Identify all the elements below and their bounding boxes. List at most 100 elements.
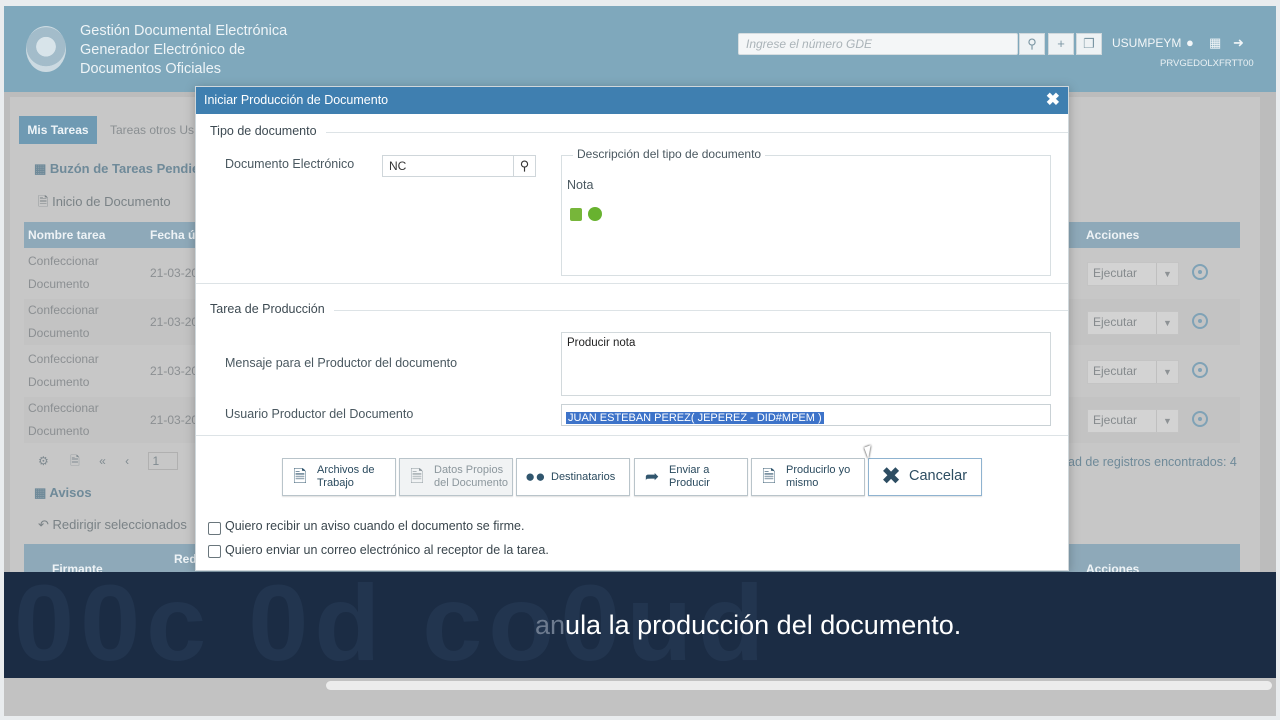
chevron-down-icon[interactable]: ▼: [1156, 312, 1178, 334]
description-value: Nota: [567, 178, 594, 192]
task-name: Confeccionar Documento: [28, 254, 99, 291]
task-name: Confeccionar Documento: [28, 352, 99, 389]
plus-icon[interactable]: +: [1048, 33, 1074, 55]
message-label: Mensaje para el Productor del documento: [225, 356, 458, 370]
email-recipient-label[interactable]: Quiero enviar un correo electrónico al r…: [225, 543, 549, 557]
execute-select[interactable]: Ejecutar ▼: [1087, 311, 1179, 335]
chevron-down-icon[interactable]: ▼: [1156, 410, 1178, 432]
pending-tasks-label: Buzón de Tareas Pendie: [49, 161, 200, 176]
document-type-icon[interactable]: [570, 208, 582, 221]
username-label[interactable]: USUMPEYM: [1112, 36, 1181, 50]
col-red: Red: [174, 552, 197, 566]
search-icon[interactable]: ⚲: [1019, 33, 1045, 55]
tab-other-users-tasks[interactable]: Tareas otros Us: [110, 123, 194, 137]
chevron-down-icon[interactable]: ▼: [1156, 263, 1178, 285]
pending-tasks-title[interactable]: ▦ Buzón de Tareas Pendie: [34, 161, 199, 177]
col-date[interactable]: Fecha úl: [150, 228, 199, 242]
screen: Gestión Documental Electrónica Generador…: [4, 6, 1276, 716]
settings-icon[interactable]: [1192, 411, 1208, 427]
share-icon: ➦: [644, 467, 660, 486]
produce-myself-button[interactable]: 🗎 Producirlo yo mismo: [751, 458, 865, 496]
divider: [326, 132, 1068, 133]
document-icon: 🗎: [410, 467, 424, 486]
app-header: Gestión Documental Electrónica Generador…: [4, 6, 1276, 92]
col-actions: Acciones: [1086, 228, 1140, 242]
notify-on-sign-checkbox[interactable]: [208, 522, 221, 535]
file-icon: 🗎: [762, 467, 776, 486]
close-icon: ✖: [881, 463, 902, 490]
producer-label: Usuario Productor del Documento: [225, 407, 414, 421]
task-date: 21-03-20: [150, 364, 199, 378]
app-title-line-3: Documentos Oficiales: [80, 61, 222, 77]
alerts-label: Avisos: [49, 485, 92, 500]
cancel-button[interactable]: ✖ Cancelar: [868, 458, 982, 496]
redirect-selected-label: Redirigir seleccionados: [52, 517, 187, 532]
first-page-icon[interactable]: «: [99, 454, 106, 468]
apps-grid-icon[interactable]: ▦: [1209, 35, 1221, 51]
document-icon[interactable]: 🗎: [70, 454, 80, 468]
subtitle-banner: 00c 0d co0ud anula la producción del doc…: [4, 572, 1276, 678]
records-count: ad de registros encontrados: 4: [1068, 455, 1237, 469]
subtitle-text: anula la producción del documento.: [535, 610, 962, 640]
divider: [334, 310, 1068, 311]
bottom-scrollbar: [4, 678, 1276, 716]
settings-icon[interactable]: [1192, 362, 1208, 378]
chevron-down-icon[interactable]: ▼: [1156, 361, 1178, 383]
redirect-selected-button[interactable]: ↶ Redirigir seleccionados: [38, 517, 187, 533]
dialog-title: Iniciar Producción de Documento: [204, 93, 389, 107]
prev-page-icon[interactable]: ‹: [125, 454, 129, 468]
start-production-dialog: Iniciar Producción de Documento ✖ Tipo d…: [195, 86, 1069, 571]
scrollbar-thumb[interactable]: [326, 681, 1272, 690]
users-icon: ●●: [525, 467, 546, 486]
table-pager: ⚙ 🗎 « ‹ 1: [24, 452, 179, 473]
app-title: Gestión Documental Electrónica Generador…: [80, 22, 287, 79]
execute-select[interactable]: Ejecutar ▼: [1087, 360, 1179, 384]
app-title-line-2: Generador Electrónico de: [80, 42, 246, 58]
dialog-header: Iniciar Producción de Documento ✖: [196, 87, 1068, 114]
start-document-label: Inicio de Documento: [52, 194, 171, 209]
message-textarea[interactable]: Producir nota: [561, 332, 1051, 396]
divider: [196, 435, 1068, 436]
org-code: PRVGEDOLXFRTT00: [1160, 58, 1254, 69]
government-seal-logo: [26, 26, 66, 72]
copy-icon[interactable]: ❐: [1076, 33, 1102, 55]
task-date: 21-03-20: [150, 315, 199, 329]
zip-file-icon: 🗎: [293, 467, 307, 486]
task-date: 21-03-20: [150, 413, 199, 427]
execute-select[interactable]: Ejecutar ▼: [1087, 262, 1179, 286]
doc-type-input[interactable]: NC: [382, 155, 514, 177]
divider: [196, 283, 1068, 284]
email-recipient-checkbox[interactable]: [208, 545, 221, 558]
user-icon[interactable]: ●: [1186, 35, 1194, 50]
execute-select[interactable]: Ejecutar ▼: [1087, 409, 1179, 433]
search-icon[interactable]: ⚲: [514, 155, 536, 177]
gde-search-input[interactable]: Ingrese el número GDE: [738, 33, 1018, 55]
tab-my-tasks[interactable]: Mis Tareas: [19, 116, 97, 144]
logout-icon[interactable]: ➜: [1233, 35, 1244, 51]
info-icon[interactable]: [588, 207, 602, 221]
task-name: Confeccionar Documento: [28, 303, 99, 340]
start-document-link[interactable]: 🗎 Inicio de Documento: [38, 193, 171, 215]
document-data-button[interactable]: 🗎 Datos Propios del Documento: [399, 458, 513, 496]
notify-on-sign-label[interactable]: Quiero recibir un aviso cuando el docume…: [225, 519, 524, 533]
send-to-produce-button[interactable]: ➦ Enviar a Producir: [634, 458, 748, 496]
doc-type-legend: Tipo de documento: [210, 124, 317, 138]
settings-icon[interactable]: [1192, 264, 1208, 280]
close-icon[interactable]: ✖: [1046, 90, 1060, 110]
doc-electronic-label: Documento Electrónico: [225, 157, 355, 171]
producer-value: JUAN ESTEBAN PEREZ( JEPEREZ - DID#MPEM ): [566, 412, 824, 424]
work-files-button[interactable]: 🗎 Archivos de Trabajo: [282, 458, 396, 496]
page-number-input[interactable]: 1: [148, 452, 179, 470]
description-fieldset: [561, 155, 1051, 276]
task-date: 21-03-20: [150, 266, 199, 280]
gear-icon[interactable]: ⚙: [38, 454, 49, 468]
col-task-name[interactable]: Nombre tarea: [28, 228, 105, 242]
app-title-line-1: Gestión Documental Electrónica: [80, 23, 288, 39]
description-legend: Descripción del tipo de documento: [573, 147, 766, 161]
settings-icon[interactable]: [1192, 313, 1208, 329]
task-name: Confeccionar Documento: [28, 401, 99, 438]
alerts-title[interactable]: ▦ Avisos: [34, 485, 92, 501]
production-task-legend: Tarea de Producción: [210, 302, 325, 316]
recipients-button[interactable]: ●● Destinatarios: [516, 458, 630, 496]
producer-input[interactable]: JUAN ESTEBAN PEREZ( JEPEREZ - DID#MPEM ): [561, 404, 1051, 426]
